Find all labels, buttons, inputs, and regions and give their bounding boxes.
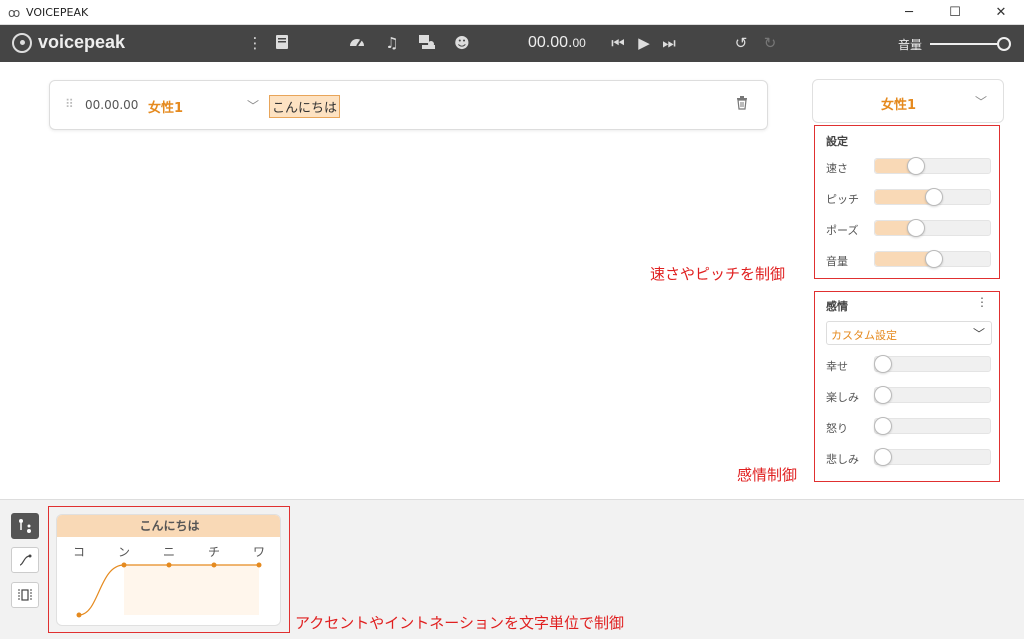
speed-icon[interactable]: [348, 34, 366, 52]
skip-start-icon[interactable]: ⏮: [609, 34, 627, 52]
accent-annotation: アクセントやイントネーションを文字単位で制御: [295, 614, 624, 632]
close-button[interactable]: ✕: [978, 0, 1024, 25]
voice-select-value: 女性1: [881, 98, 917, 113]
music-icon[interactable]: ♫: [383, 34, 401, 52]
chevron-down-icon: ﹀: [975, 95, 988, 109]
character-icon[interactable]: [418, 34, 436, 52]
chevron-down-icon[interactable]: ﹀: [247, 97, 259, 114]
minimize-button[interactable]: ─: [886, 0, 932, 25]
line-time: 00.00.00: [85, 98, 139, 112]
settings-annotation: 速さやピッチを制御: [650, 265, 786, 283]
window-title: VOICEPEAK: [26, 6, 89, 19]
logo-text: voicepeak: [38, 32, 126, 52]
line-text-input[interactable]: こんにちは: [269, 95, 341, 118]
accent-editor: こんにちは コンニチワ アクセントやイントネーションを文字単位で制御: [0, 499, 1024, 639]
title-bar: ꝏ VOICEPEAK ─ ☐ ✕: [0, 0, 1024, 25]
emotion-annotation: 感情制御: [737, 466, 798, 484]
book-icon[interactable]: [273, 34, 291, 52]
volume-slider[interactable]: [930, 43, 1002, 45]
volume-label: 音量: [898, 38, 923, 52]
app-logo: voicepeak: [12, 32, 125, 53]
toolbar: voicepeak ⋮ ♫ ☻ 00.00.00 ⏮ ▶ ⏭ ↺ ↻ 音量: [0, 25, 1024, 62]
volume-slider-knob[interactable]: [997, 37, 1011, 51]
skip-end-icon[interactable]: ⏭: [660, 34, 678, 52]
length-tool-button[interactable]: [11, 582, 39, 608]
play-icon[interactable]: ▶: [635, 34, 653, 52]
line-voice-select[interactable]: 女性1: [148, 97, 183, 116]
app-logo-icon: ꝏ: [8, 6, 21, 20]
emotion-icon[interactable]: ☻: [453, 34, 471, 52]
script-line[interactable]: ⠿ 00.00.00 女性1 ﹀ こんにちは: [49, 80, 768, 130]
main-area: ⠿ 00.00.00 女性1 ﹀ こんにちは 女性1 ﹀ 設定 速さ ピッチ ポーズ…: [0, 62, 1024, 499]
accent-highlight: [48, 506, 290, 633]
voicepeak-logo-icon: [12, 32, 32, 53]
trash-icon[interactable]: [736, 96, 748, 114]
time-display: 00.00.00: [528, 34, 586, 51]
accent-tool-button[interactable]: [11, 513, 39, 539]
undo-icon[interactable]: ↺: [732, 34, 750, 52]
voice-select[interactable]: 女性1 ﹀: [812, 79, 1004, 123]
intonation-tool-button[interactable]: [11, 547, 39, 573]
drag-handle-icon[interactable]: ⠿: [65, 97, 74, 111]
more-icon[interactable]: ⋮: [246, 34, 264, 52]
redo-icon[interactable]: ↻: [761, 34, 779, 52]
settings-highlight: [814, 125, 1000, 279]
maximize-button[interactable]: ☐: [932, 0, 978, 25]
emotion-highlight: [814, 291, 1000, 482]
